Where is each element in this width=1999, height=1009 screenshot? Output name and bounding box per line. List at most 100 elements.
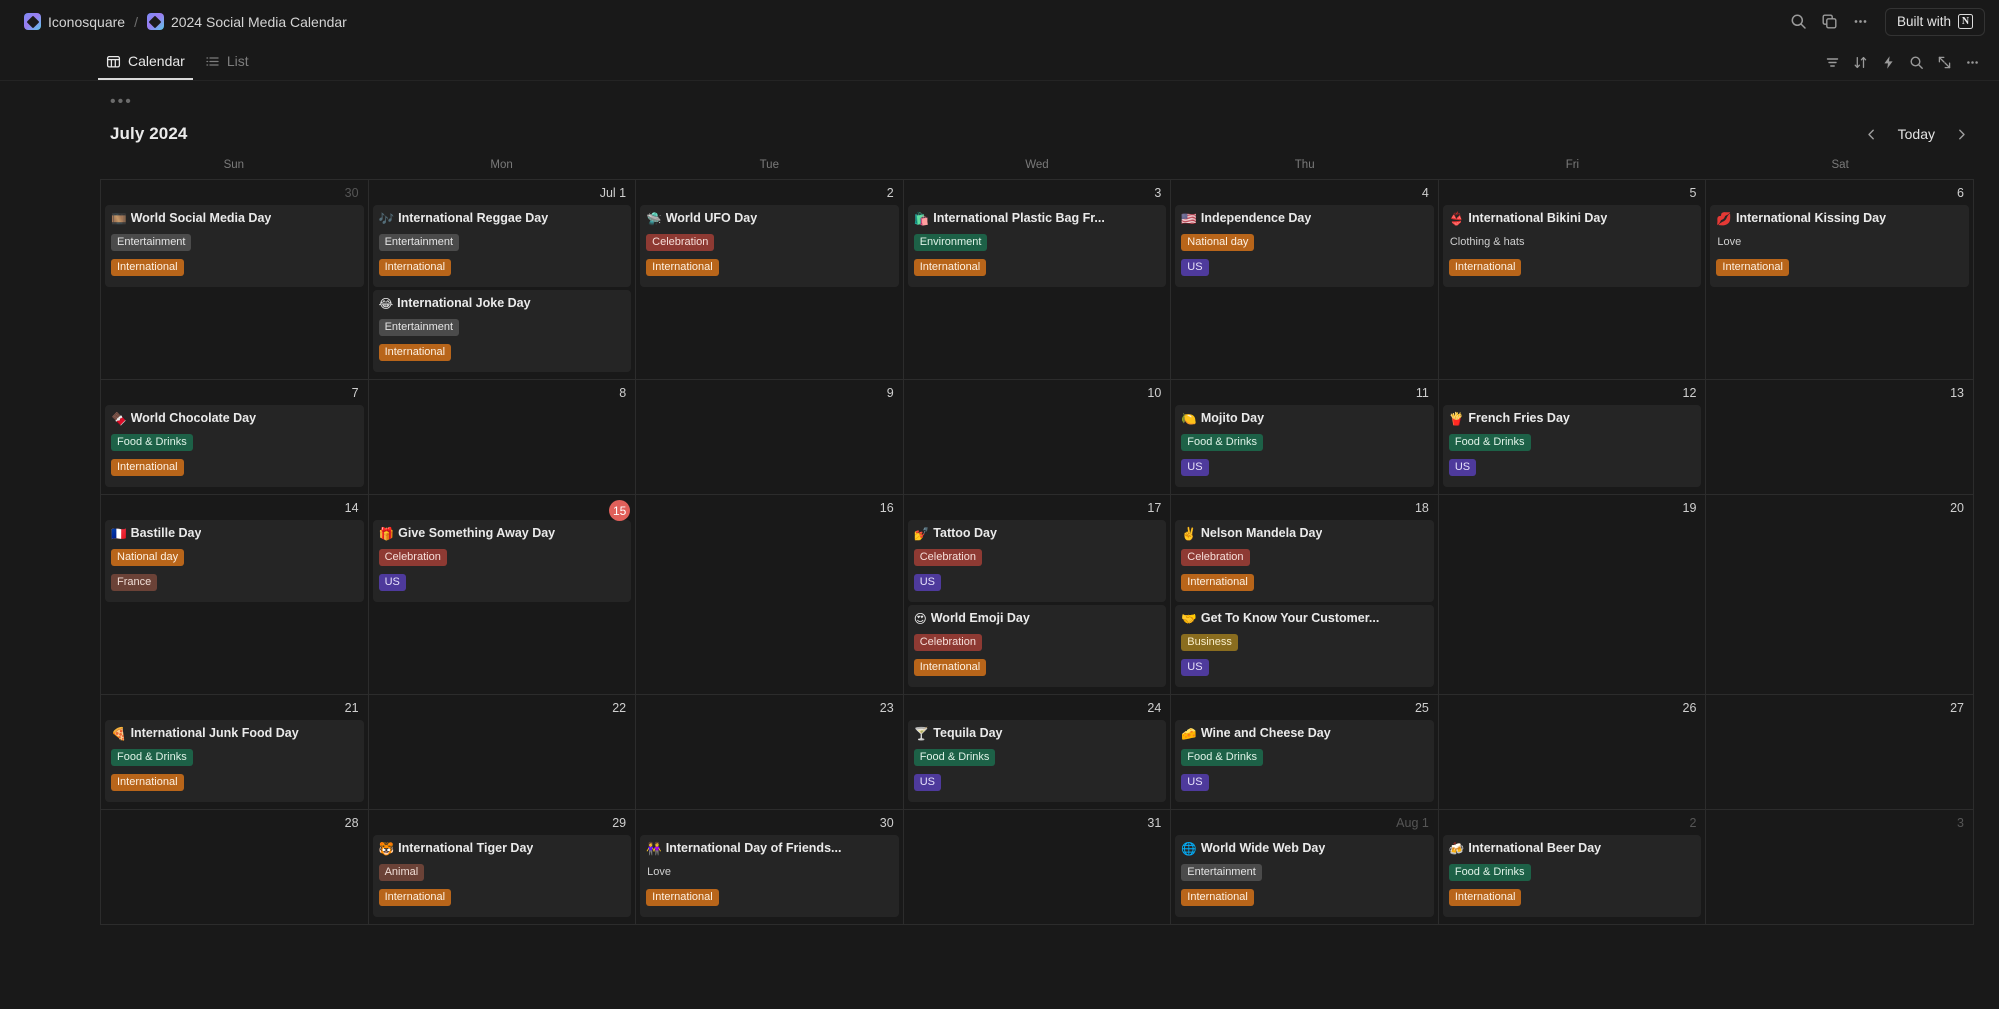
more-options-icon[interactable] — [1847, 8, 1875, 36]
calendar-day-cell[interactable]: 19 — [1438, 495, 1707, 695]
calendar-event-card[interactable]: 🇫🇷 Bastille Day National day France — [105, 520, 364, 602]
calendar-day-cell[interactable]: 7 🍫 World Chocolate Day Food & Drinks Intern… — [101, 380, 369, 495]
calendar-day-cell[interactable]: 29 🐯 International Tiger Day Animal Internat… — [368, 810, 637, 925]
calendar-event-card[interactable]: 🌐 World Wide Web Day Entertainment Internat… — [1175, 835, 1434, 917]
calendar-day-cell[interactable]: 26 — [1438, 695, 1707, 810]
today-button[interactable]: Today — [1887, 121, 1946, 147]
calendar-day-cell[interactable]: 16 — [636, 495, 904, 695]
more-options-icon[interactable] — [1959, 49, 1985, 75]
day-number: 3 — [1957, 816, 1964, 830]
event-tags: Entertainment International — [378, 231, 626, 281]
built-with-notion-button[interactable]: Built with N — [1884, 7, 1985, 36]
calendar-day-cell[interactable]: 3 🛍️ International Plastic Bag Fr... Enviro… — [903, 180, 1172, 380]
block-menu-icon[interactable]: ••• — [110, 94, 133, 110]
calendar-day-cell[interactable]: 24 🍸 Tequila Day Food & Drinks US — [903, 695, 1172, 810]
calendar-day-cell[interactable]: 21 🍕 International Junk Food Day Food & Dri… — [101, 695, 369, 810]
breadcrumb-item-page[interactable]: 2024 Social Media Calendar — [141, 10, 353, 33]
event-emoji-icon: 😍 — [913, 611, 927, 626]
duplicate-icon[interactable] — [1816, 8, 1844, 36]
day-number: 14 — [344, 501, 359, 515]
calendar-day-cell[interactable]: 11 🍋 Mojito Day Food & Drinks US — [1171, 380, 1439, 495]
calendar-event-card[interactable]: 💋 International Kissing Day Love Internatio… — [1710, 205, 1969, 287]
calendar-event-card[interactable]: 😍 World Emoji Day Celebration International — [907, 605, 1167, 687]
calendar-event-card[interactable]: 😂 International Joke Day Entertainment Inte… — [372, 290, 632, 372]
event-tag: International — [378, 344, 452, 361]
calendar-day-cell[interactable]: Jul 1 🎶 International Reggae Day Entertainm… — [368, 180, 637, 380]
filter-icon[interactable] — [1819, 49, 1845, 75]
calendar-event-card[interactable]: 🤝 Get To Know Your Customer... Business US — [1175, 605, 1434, 687]
calendar-day-cell[interactable]: 25 🧀 Wine and Cheese Day Food & Drinks US — [1171, 695, 1439, 810]
breadcrumb-separator: / — [134, 13, 138, 30]
calendar-day-cell[interactable]: 2 🛸 World UFO Day Celebration International — [636, 180, 904, 380]
prev-month-button[interactable] — [1859, 121, 1885, 147]
sort-icon[interactable] — [1847, 49, 1873, 75]
event-emoji-icon: 🍸 — [913, 726, 930, 741]
calendar-day-cell[interactable]: 4 🇺🇸 Independence Day National day US — [1171, 180, 1439, 380]
calendar-day-cell[interactable]: 10 — [903, 380, 1172, 495]
calendar-day-cell[interactable]: 5 👙 International Bikini Day Clothing & hat… — [1438, 180, 1707, 380]
tab-calendar[interactable]: Calendar — [98, 53, 193, 80]
event-tags: Food & Drinks US — [1181, 746, 1428, 796]
next-month-button[interactable] — [1948, 121, 1974, 147]
event-tags: Food & Drinks US — [1448, 431, 1696, 481]
calendar-event-card[interactable]: 👭 International Day of Friends... Love Inte… — [640, 835, 899, 917]
calendar-event-card[interactable]: 🐯 International Tiger Day Animal Internatio… — [372, 835, 632, 917]
event-title-label: International Plastic Bag Fr... — [933, 211, 1105, 225]
event-tag: Entertainment — [378, 234, 460, 251]
calendar-event-card[interactable]: 🍕 International Junk Food Day Food & Drink… — [105, 720, 364, 802]
calendar-day-cell[interactable]: Aug 1 🌐 World Wide Web Day Entertainment Int… — [1171, 810, 1439, 925]
top-bar: Iconosquare / 2024 Social Media Calendar… — [0, 0, 1999, 43]
calendar-event-card[interactable]: 🎞️ World Social Media Day Entertainment Int… — [105, 205, 364, 287]
day-number: 22 — [612, 701, 627, 715]
calendar-day-cell[interactable]: 20 — [1706, 495, 1974, 695]
calendar-day-cell[interactable]: 22 — [368, 695, 637, 810]
calendar-day-cell[interactable]: 15 🎁 Give Something Away Day Celebration US — [368, 495, 637, 695]
calendar-event-card[interactable]: 🎁 Give Something Away Day Celebration US — [372, 520, 632, 602]
calendar-event-card[interactable]: 🍻 International Beer Day Food & Drinks Inte… — [1442, 835, 1702, 917]
event-tag: International — [913, 259, 987, 276]
calendar-event-card[interactable]: 💅 Tattoo Day Celebration US — [907, 520, 1167, 602]
calendar-day-cell[interactable]: 9 — [636, 380, 904, 495]
calendar-day-cell[interactable]: 12 🍟 French Fries Day Food & Drinks US — [1438, 380, 1707, 495]
search-icon[interactable] — [1903, 49, 1929, 75]
automation-icon[interactable] — [1875, 49, 1901, 75]
calendar-event-card[interactable]: 🍟 French Fries Day Food & Drinks US — [1442, 405, 1702, 487]
event-tags: Celebration International — [646, 231, 893, 281]
calendar-event-card[interactable]: ✌️ Nelson Mandela Day Celebration Internati… — [1175, 520, 1434, 602]
event-title: 🌐 World Wide Web Day — [1181, 840, 1428, 857]
calendar-event-card[interactable]: 🇺🇸 Independence Day National day US — [1175, 205, 1434, 287]
breadcrumb-item-workspace[interactable]: Iconosquare — [18, 10, 131, 33]
calendar-day-cell[interactable]: 28 — [101, 810, 369, 925]
calendar-event-card[interactable]: 🛸 World UFO Day Celebration International — [640, 205, 899, 287]
event-title: 🤝 Get To Know Your Customer... — [1181, 610, 1428, 627]
event-tags: Food & Drinks International — [111, 431, 358, 481]
event-emoji-icon: 👙 — [1448, 211, 1465, 226]
calendar-day-cell[interactable]: 31 — [903, 810, 1172, 925]
calendar-day-cell[interactable]: 27 — [1706, 695, 1974, 810]
calendar-day-cell[interactable]: 2 🍻 International Beer Day Food & Drinks Int… — [1438, 810, 1707, 925]
calendar-event-card[interactable]: 🧀 Wine and Cheese Day Food & Drinks US — [1175, 720, 1434, 802]
calendar-day-cell[interactable]: 8 — [368, 380, 637, 495]
top-bar-actions: Built with N — [1785, 7, 1985, 36]
calendar-event-card[interactable]: 🎶 International Reggae Day Entertainment In… — [372, 205, 632, 287]
calendar-day-cell[interactable]: 3 — [1706, 810, 1974, 925]
calendar-event-card[interactable]: 👙 International Bikini Day Clothing & hats… — [1442, 205, 1702, 287]
calendar-day-cell[interactable]: 13 — [1706, 380, 1974, 495]
calendar-event-card[interactable]: 🍸 Tequila Day Food & Drinks US — [907, 720, 1167, 802]
calendar-day-cell[interactable]: 18 ✌️ Nelson Mandela Day Celebration Interna… — [1171, 495, 1439, 695]
event-emoji-icon: 🇺🇸 — [1181, 211, 1197, 226]
calendar-day-cell[interactable]: 30 🎞️ World Social Media Day Entertainment I… — [101, 180, 369, 380]
calendar-day-cell[interactable]: 30 👭 International Day of Friends... Love In… — [636, 810, 904, 925]
calendar-event-card[interactable]: 🛍️ International Plastic Bag Fr... Environ… — [907, 205, 1167, 287]
event-title-label: International Tiger Day — [398, 841, 534, 855]
tab-list[interactable]: List — [197, 53, 257, 80]
calendar-event-card[interactable]: 🍋 Mojito Day Food & Drinks US — [1175, 405, 1434, 487]
event-title: 🍻 International Beer Day — [1449, 840, 1696, 857]
collapse-icon[interactable] — [1931, 49, 1957, 75]
calendar-day-cell[interactable]: 14 🇫🇷 Bastille Day National day France — [101, 495, 369, 695]
calendar-event-card[interactable]: 🍫 World Chocolate Day Food & Drinks Interna… — [105, 405, 364, 487]
search-icon[interactable] — [1785, 8, 1813, 36]
calendar-day-cell[interactable]: 6 💋 International Kissing Day Love Internati… — [1706, 180, 1974, 380]
calendar-day-cell[interactable]: 17 💅 Tattoo Day Celebration US 😍 World Emoji D… — [903, 495, 1172, 695]
calendar-day-cell[interactable]: 23 — [636, 695, 904, 810]
